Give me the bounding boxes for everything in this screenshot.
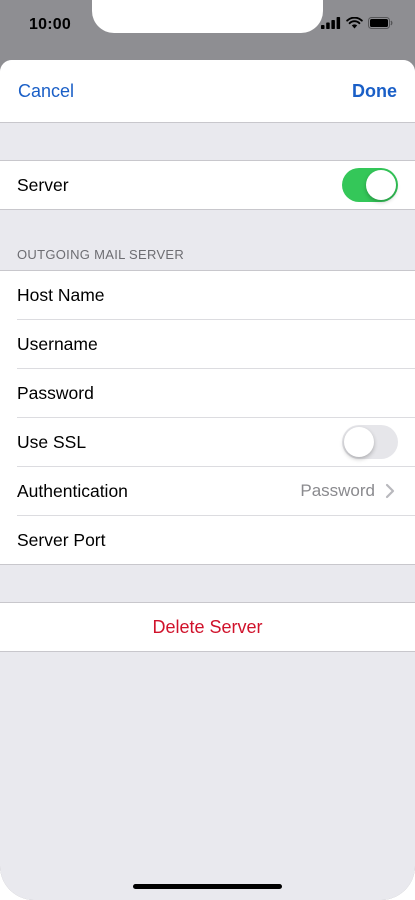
wifi-icon [346,17,363,29]
authentication-row[interactable]: Authentication Password [17,467,415,516]
edit-server-sheet: Cancel Done Server OUTGOING MAIL SERVER … [0,60,415,900]
host-name-label: Host Name [17,284,105,305]
server-port-label: Server Port [17,529,106,550]
status-icons [321,17,393,29]
chevron-right-icon [385,483,395,499]
status-bar: 10:00 [0,0,415,52]
server-label: Server [17,174,69,195]
section-header-outgoing: OUTGOING MAIL SERVER [17,247,185,262]
use-ssl-row: Use SSL [17,418,415,467]
username-row[interactable]: Username [17,320,415,369]
password-label: Password [17,382,94,403]
authentication-label: Authentication [17,480,128,501]
server-group: Server [0,160,415,210]
server-port-row[interactable]: Server Port [17,516,415,564]
home-indicator [133,884,282,889]
server-toggle[interactable] [342,168,398,202]
use-ssl-label: Use SSL [17,431,87,452]
cancel-button[interactable]: Cancel [18,81,74,102]
signal-icon [321,17,341,29]
done-button[interactable]: Done [352,81,397,102]
username-label: Username [17,333,98,354]
phone-frame: 10:00 Cancel Done Server OUTGOING MAIL S… [0,0,415,900]
outgoing-server-group: Host Name Username Password Use SSL Auth… [0,270,415,565]
status-time: 10:00 [29,16,71,33]
password-row[interactable]: Password [17,369,415,418]
battery-icon [368,17,393,29]
notch [92,0,323,33]
nav-bar: Cancel Done [0,60,415,123]
host-name-row[interactable]: Host Name [17,271,415,320]
use-ssl-toggle[interactable] [342,425,398,459]
authentication-value: Password [300,481,375,500]
delete-server-button[interactable]: Delete Server [0,602,415,652]
delete-server-label: Delete Server [152,616,263,637]
server-row: Server [17,161,415,209]
toggle-knob [366,170,396,200]
toggle-knob [344,427,374,457]
